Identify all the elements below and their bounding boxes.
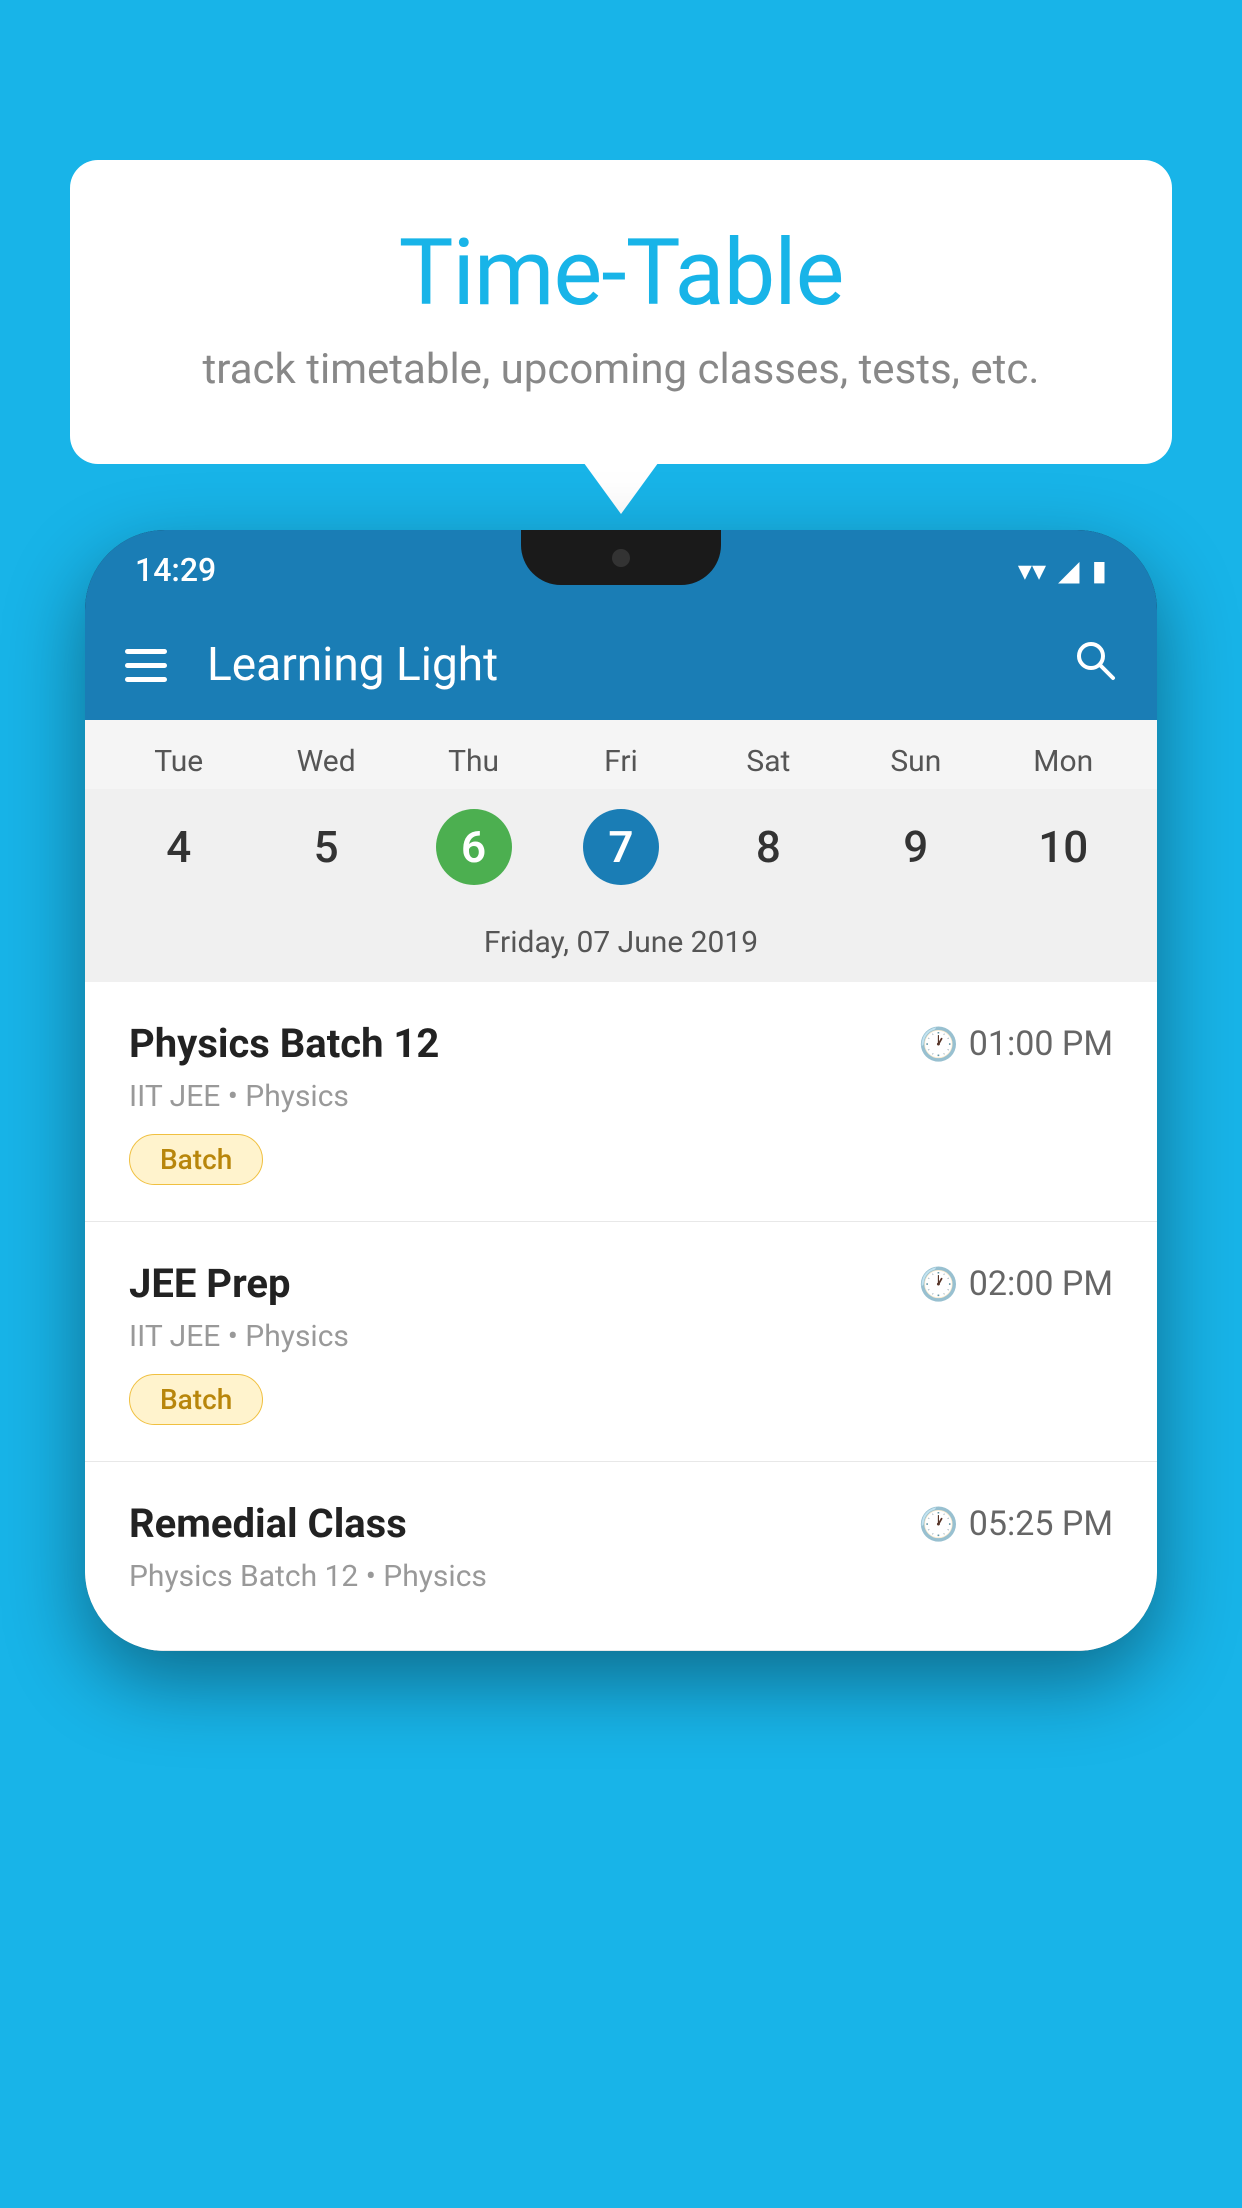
class-item-2-header: JEE Prep 🕐 02:00 PM [129,1260,1113,1307]
class-time-2: 🕐 02:00 PM [919,1264,1113,1304]
batch-tag-1: Batch [129,1134,263,1185]
class-item-1-header: Physics Batch 12 🕐 01:00 PM [129,1020,1113,1067]
class-time-1: 🕐 01:00 PM [919,1024,1113,1064]
day-label-sun[interactable]: Sun [842,744,989,779]
speech-bubble: Time-Table track timetable, upcoming cla… [70,160,1172,464]
calendar-dates-row: 4 5 6 7 8 9 10 [85,789,1157,915]
wifi-icon: ▾▾ [1018,554,1046,587]
search-button[interactable] [1073,638,1117,693]
class-meta-3: Physics Batch 12 • Physics [129,1559,1113,1594]
day-label-tue[interactable]: Tue [105,744,252,779]
class-name-3: Remedial Class [129,1500,407,1547]
day-label-mon[interactable]: Mon [990,744,1137,779]
day-label-wed[interactable]: Wed [252,744,399,779]
status-bar: 14:29 ▾▾ ◢ ▮ [85,530,1157,610]
class-time-value-1: 01:00 PM [969,1024,1113,1064]
class-time-3: 🕐 05:25 PM [919,1504,1113,1544]
calendar-days-header: Tue Wed Thu Fri Sat Sun Mon [85,720,1157,789]
day-label-sat[interactable]: Sat [695,744,842,779]
class-item-3[interactable]: Remedial Class 🕐 05:25 PM Physics Batch … [85,1462,1157,1651]
calendar-date-4[interactable]: 4 [105,799,252,895]
day-label-thu[interactable]: Thu [400,744,547,779]
class-item-3-header: Remedial Class 🕐 05:25 PM [129,1500,1113,1547]
app-toolbar: Learning Light [85,610,1157,720]
calendar-section: Tue Wed Thu Fri Sat Sun Mon 4 5 6 7 8 9 … [85,720,1157,982]
phone-notch [521,530,721,585]
bubble-title: Time-Table [150,220,1092,327]
calendar-date-8[interactable]: 8 [695,799,842,895]
class-name-1: Physics Batch 12 [129,1020,439,1067]
clock-icon-1: 🕐 [919,1025,959,1063]
class-meta-2: IIT JEE • Physics [129,1319,1113,1354]
calendar-date-7-selected[interactable]: 7 [547,799,694,895]
class-item-1[interactable]: Physics Batch 12 🕐 01:00 PM IIT JEE • Ph… [85,982,1157,1222]
clock-icon-3: 🕐 [919,1505,959,1543]
phone-frame: 14:29 ▾▾ ◢ ▮ Learning Light [85,530,1157,1651]
calendar-date-10[interactable]: 10 [990,799,1137,895]
class-meta-1: IIT JEE • Physics [129,1079,1113,1114]
bubble-subtitle: track timetable, upcoming classes, tests… [150,345,1092,394]
phone-mockup: 14:29 ▾▾ ◢ ▮ Learning Light [85,530,1157,2208]
class-list: Physics Batch 12 🕐 01:00 PM IIT JEE • Ph… [85,982,1157,1651]
clock-icon-2: 🕐 [919,1265,959,1303]
selected-date-label: Friday, 07 June 2019 [85,915,1157,982]
menu-icon[interactable] [125,649,167,682]
status-time: 14:29 [135,551,216,589]
speech-bubble-container: Time-Table track timetable, upcoming cla… [70,160,1172,464]
calendar-date-6-today[interactable]: 6 [400,799,547,895]
batch-tag-2: Batch [129,1374,263,1425]
day-label-fri[interactable]: Fri [547,744,694,779]
class-item-2[interactable]: JEE Prep 🕐 02:00 PM IIT JEE • Physics Ba… [85,1222,1157,1462]
app-title: Learning Light [207,638,1073,692]
class-name-2: JEE Prep [129,1260,290,1307]
camera-dot [612,549,630,567]
battery-icon: ▮ [1092,554,1107,587]
class-time-value-2: 02:00 PM [969,1264,1113,1304]
status-icons: ▾▾ ◢ ▮ [1018,554,1107,587]
signal-icon: ◢ [1058,554,1080,587]
calendar-date-9[interactable]: 9 [842,799,989,895]
calendar-date-5[interactable]: 5 [252,799,399,895]
class-time-value-3: 05:25 PM [969,1504,1113,1544]
